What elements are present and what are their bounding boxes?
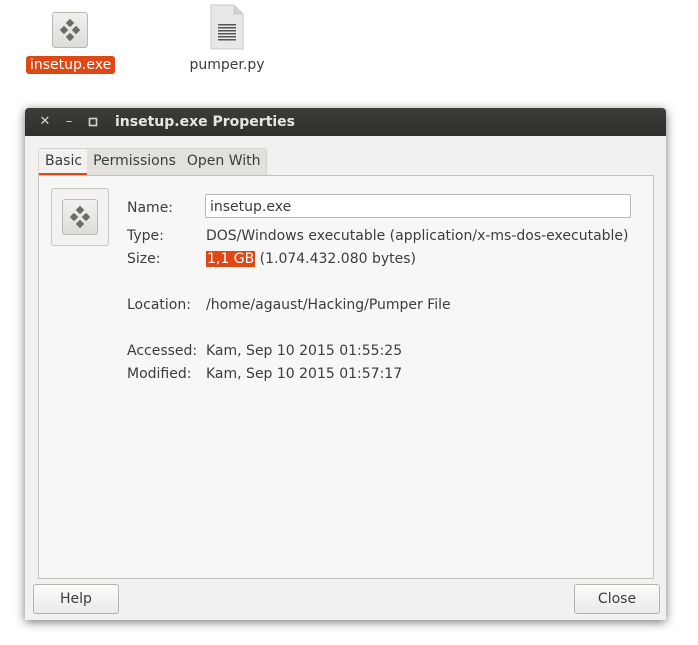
- size-label: Size:: [127, 251, 161, 267]
- close-button[interactable]: Close: [574, 584, 660, 614]
- accessed-value: Kam, Sep 10 2015 01:55:25: [206, 343, 403, 359]
- maximize-window-button[interactable]: [85, 114, 101, 130]
- location-label: Location:: [127, 297, 191, 313]
- size-bytes-value: (1.074.432.080 bytes): [259, 251, 416, 267]
- tab-open-with[interactable]: Open With: [181, 149, 266, 175]
- properties-dialog: ✕ – insetup.exe Properties Basic Permiss…: [25, 108, 666, 620]
- modified-value: Kam, Sep 10 2015 01:57:17: [206, 366, 403, 382]
- type-value: DOS/Windows executable (application/x-ms…: [206, 228, 629, 244]
- close-window-button[interactable]: ✕: [37, 114, 53, 130]
- desktop-icon-pumper[interactable]: pumper.py: [183, 4, 271, 74]
- size-value: 1,1 GB (1.074.432.080 bytes): [206, 250, 416, 268]
- size-short-value: 1,1 GB: [206, 251, 256, 267]
- window-title: insetup.exe Properties: [115, 114, 296, 130]
- location-value: /home/agaust/Hacking/Pumper File: [206, 297, 451, 313]
- file-icon-button[interactable]: [51, 188, 109, 246]
- help-button[interactable]: Help: [33, 584, 119, 614]
- title-bar[interactable]: ✕ – insetup.exe Properties: [25, 108, 666, 136]
- modified-label: Modified:: [127, 366, 192, 382]
- type-label: Type:: [127, 228, 164, 244]
- executable-icon: [62, 199, 98, 235]
- desktop-icon-label: pumper.py: [189, 57, 265, 73]
- text-file-icon: [210, 4, 244, 50]
- tab-bar: Basic Permissions Open With: [38, 148, 267, 175]
- accessed-label: Accessed:: [127, 343, 198, 359]
- name-input[interactable]: insetup.exe: [205, 194, 631, 218]
- desktop-icon-insetup[interactable]: insetup.exe: [26, 8, 116, 74]
- tab-permissions[interactable]: Permissions: [87, 149, 181, 175]
- executable-icon: [52, 12, 88, 48]
- minimize-window-button[interactable]: –: [61, 114, 77, 130]
- basic-tab-panel: Name: insetup.exe Type: DOS/Windows exec…: [38, 175, 654, 579]
- desktop-icon-label: insetup.exe: [26, 56, 116, 74]
- tab-basic[interactable]: Basic: [39, 149, 88, 175]
- name-label: Name:: [127, 200, 174, 216]
